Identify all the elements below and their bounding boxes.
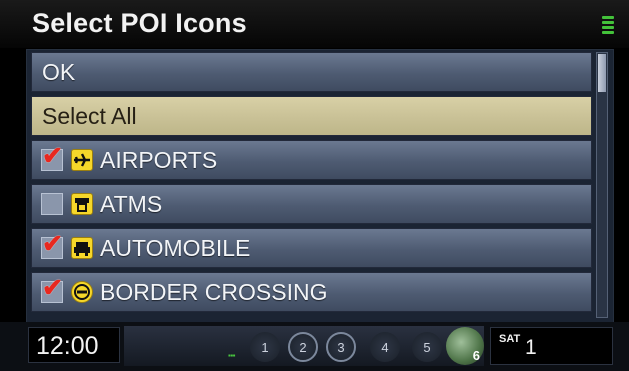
list-item-label: ATMS [100, 190, 163, 217]
select-all-button[interactable]: Select All [31, 96, 592, 136]
car-icon [71, 237, 93, 259]
checkbox-checked-icon[interactable] [41, 276, 63, 303]
sat-disc-icon[interactable]: 6 [446, 327, 484, 365]
header: Select POI Icons [0, 0, 629, 48]
preset-label: 3 [337, 339, 345, 355]
sat-channel-box: SAT 1 [490, 327, 613, 365]
scrollbar-thumb[interactable] [598, 54, 606, 92]
list-item-airports[interactable]: AIRPORTS [31, 140, 592, 180]
preset-label: 2 [299, 339, 307, 355]
signal-strength-icon [602, 16, 614, 34]
select-all-label: Select All [42, 102, 137, 129]
checkbox-checked-icon[interactable] [41, 144, 63, 171]
preset-4[interactable]: 4 [370, 332, 400, 362]
preset-3[interactable]: 3 [326, 332, 356, 362]
preset-label: 4 [381, 339, 389, 355]
disc-number: 6 [472, 348, 480, 363]
list-item-border-crossing[interactable]: BORDER CROSSING [31, 272, 592, 312]
list-item-label: AUTOMOBILE [100, 234, 251, 261]
preset-label: 5 [423, 339, 431, 355]
airplane-icon [71, 149, 93, 171]
ok-button[interactable]: OK [31, 52, 592, 92]
list-item-automobile[interactable]: AUTOMOBILE [31, 228, 592, 268]
clock-box: 12:00 [28, 327, 120, 363]
checkbox-unchecked-icon[interactable] [41, 193, 63, 215]
preset-2[interactable]: 2 [288, 332, 318, 362]
media-source-icon: ▪▪▪ [228, 351, 236, 360]
preset-label: 1 [261, 339, 269, 355]
list-item-label: AIRPORTS [100, 146, 218, 173]
preset-1[interactable]: 1 [250, 332, 280, 362]
list-item-atms[interactable]: ATMS [31, 184, 592, 224]
clock: 12:00 [36, 332, 99, 360]
source-label: SAT [499, 333, 521, 345]
ok-label: OK [42, 58, 76, 85]
atm-icon [71, 193, 93, 215]
channel-number: 1 [525, 336, 537, 359]
preset-5[interactable]: 5 [412, 332, 442, 362]
list-item-label: BORDER CROSSING [100, 278, 328, 305]
border-crossing-icon [71, 281, 93, 303]
page-title: Select POI Icons [32, 8, 247, 38]
checkbox-checked-icon[interactable] [41, 232, 63, 259]
scrollbar[interactable] [596, 52, 608, 318]
poi-list: OK Select All AIRPORTS ATMS AUTOMOBILE [26, 49, 614, 323]
navigation-screen: Select POI Icons OK Select All AIRPORTS … [0, 0, 629, 371]
